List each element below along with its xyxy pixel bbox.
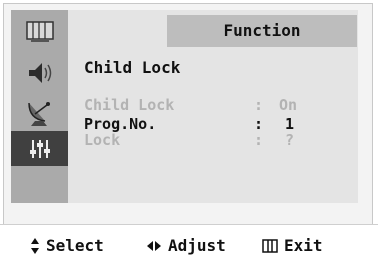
menu-icon xyxy=(262,238,278,253)
row-label: Child Lock xyxy=(84,96,175,114)
footer-select: Select xyxy=(30,236,104,255)
menu-sidebar xyxy=(11,10,68,203)
row-separator: : xyxy=(254,131,264,149)
footer-adjust: Adjust xyxy=(146,236,226,255)
footer-exit: Exit xyxy=(262,236,323,255)
channel-antenna-icon[interactable] xyxy=(11,95,68,130)
header-left-block xyxy=(69,15,167,47)
up-down-arrow-icon xyxy=(31,237,39,254)
left-right-arrow-icon xyxy=(147,240,161,251)
row-label: Lock xyxy=(84,131,121,149)
function-sliders-icon[interactable] xyxy=(11,131,68,166)
select-label: Select xyxy=(46,236,104,255)
exit-label: Exit xyxy=(284,236,323,255)
menu-header: Function xyxy=(69,15,357,47)
screen-title: Child Lock xyxy=(84,58,181,77)
sound-icon[interactable] xyxy=(11,55,68,90)
picture-icon[interactable] xyxy=(11,13,68,48)
row-value: ? xyxy=(285,131,295,149)
row-separator: : xyxy=(254,96,264,114)
footer-bar: Select Adjust Exit xyxy=(0,224,378,265)
row-value: On xyxy=(279,96,298,114)
adjust-label: Adjust xyxy=(168,236,226,255)
menu-title: Function xyxy=(223,21,301,40)
